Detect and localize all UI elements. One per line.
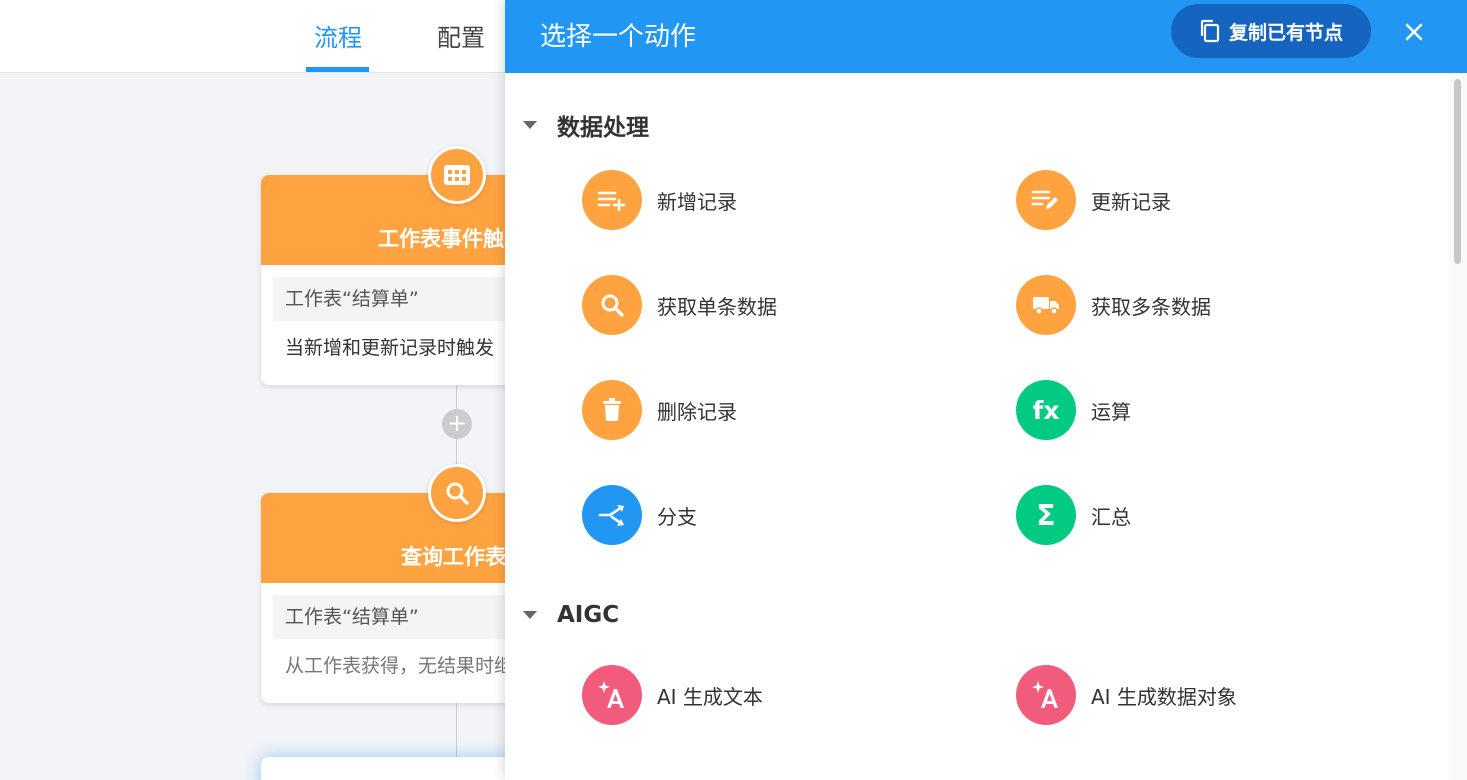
action-label: 更新记录 <box>1091 189 1171 214</box>
action-label: 新增记录 <box>657 189 737 214</box>
action-branch[interactable]: 分支 <box>582 485 697 545</box>
search-icon <box>582 275 642 335</box>
chevron-down-icon <box>523 611 537 619</box>
scrollbar[interactable] <box>1449 73 1467 780</box>
action-label: AI 生成文本 <box>657 684 763 709</box>
tab-active-indicator <box>306 67 369 72</box>
action-ai-text[interactable]: AI 生成文本 <box>582 665 763 725</box>
section-header-aigc[interactable]: AIGC <box>523 602 619 628</box>
add-node-button[interactable]: + <box>442 409 472 439</box>
action-label: 汇总 <box>1091 504 1131 529</box>
sigma-icon: Σ <box>1016 485 1076 545</box>
action-label: 运算 <box>1091 399 1131 424</box>
tab-config[interactable]: 配置 <box>437 18 485 53</box>
action-picker-panel: 选择一个动作 复制已有节点 数据处理 新增记录 更新记录 获取单条数据 获取多条… <box>505 0 1467 780</box>
panel-title: 选择一个动作 <box>540 22 697 52</box>
ai-text-icon <box>582 665 642 725</box>
search-icon <box>428 464 486 522</box>
node-title: 查询工作表 <box>401 545 506 569</box>
action-add-record[interactable]: 新增记录 <box>582 170 737 230</box>
panel-header: 选择一个动作 复制已有节点 <box>505 0 1467 73</box>
node-title: 工作表事件触发 <box>378 227 525 251</box>
action-update-record[interactable]: 更新记录 <box>1016 170 1171 230</box>
action-label: 获取单条数据 <box>657 294 777 319</box>
section-title: 数据处理 <box>557 115 649 141</box>
ai-data-icon <box>1016 665 1076 725</box>
copy-node-button[interactable]: 复制已有节点 <box>1171 4 1371 58</box>
fx-icon: fx <box>1016 380 1076 440</box>
chevron-down-icon <box>523 121 537 129</box>
action-summary[interactable]: Σ 汇总 <box>1016 485 1131 545</box>
action-get-multiple[interactable]: 获取多条数据 <box>1016 275 1211 335</box>
section-title: AIGC <box>557 602 620 628</box>
tab-flow[interactable]: 流程 <box>314 18 362 53</box>
action-label: 删除记录 <box>657 399 737 424</box>
action-label: 获取多条数据 <box>1091 294 1211 319</box>
connector-line <box>456 703 457 763</box>
truck-icon <box>1016 275 1076 335</box>
add-record-icon <box>582 170 642 230</box>
action-compute[interactable]: fx 运算 <box>1016 380 1131 440</box>
scrollbar-thumb[interactable] <box>1454 79 1461 264</box>
action-label: 分支 <box>657 504 697 529</box>
action-delete-record[interactable]: 删除记录 <box>582 380 737 440</box>
action-get-single[interactable]: 获取单条数据 <box>582 275 777 335</box>
trash-icon <box>582 380 642 440</box>
connector-line <box>456 385 457 409</box>
table-icon <box>428 146 486 204</box>
action-ai-data[interactable]: AI 生成数据对象 <box>1016 665 1237 725</box>
action-label: AI 生成数据对象 <box>1091 684 1237 709</box>
branch-icon <box>582 485 642 545</box>
close-icon[interactable] <box>1401 16 1427 48</box>
copy-node-label: 复制已有节点 <box>1228 21 1343 44</box>
copy-icon <box>1200 19 1220 43</box>
section-header-data[interactable]: 数据处理 <box>523 108 649 142</box>
edit-record-icon <box>1016 170 1076 230</box>
